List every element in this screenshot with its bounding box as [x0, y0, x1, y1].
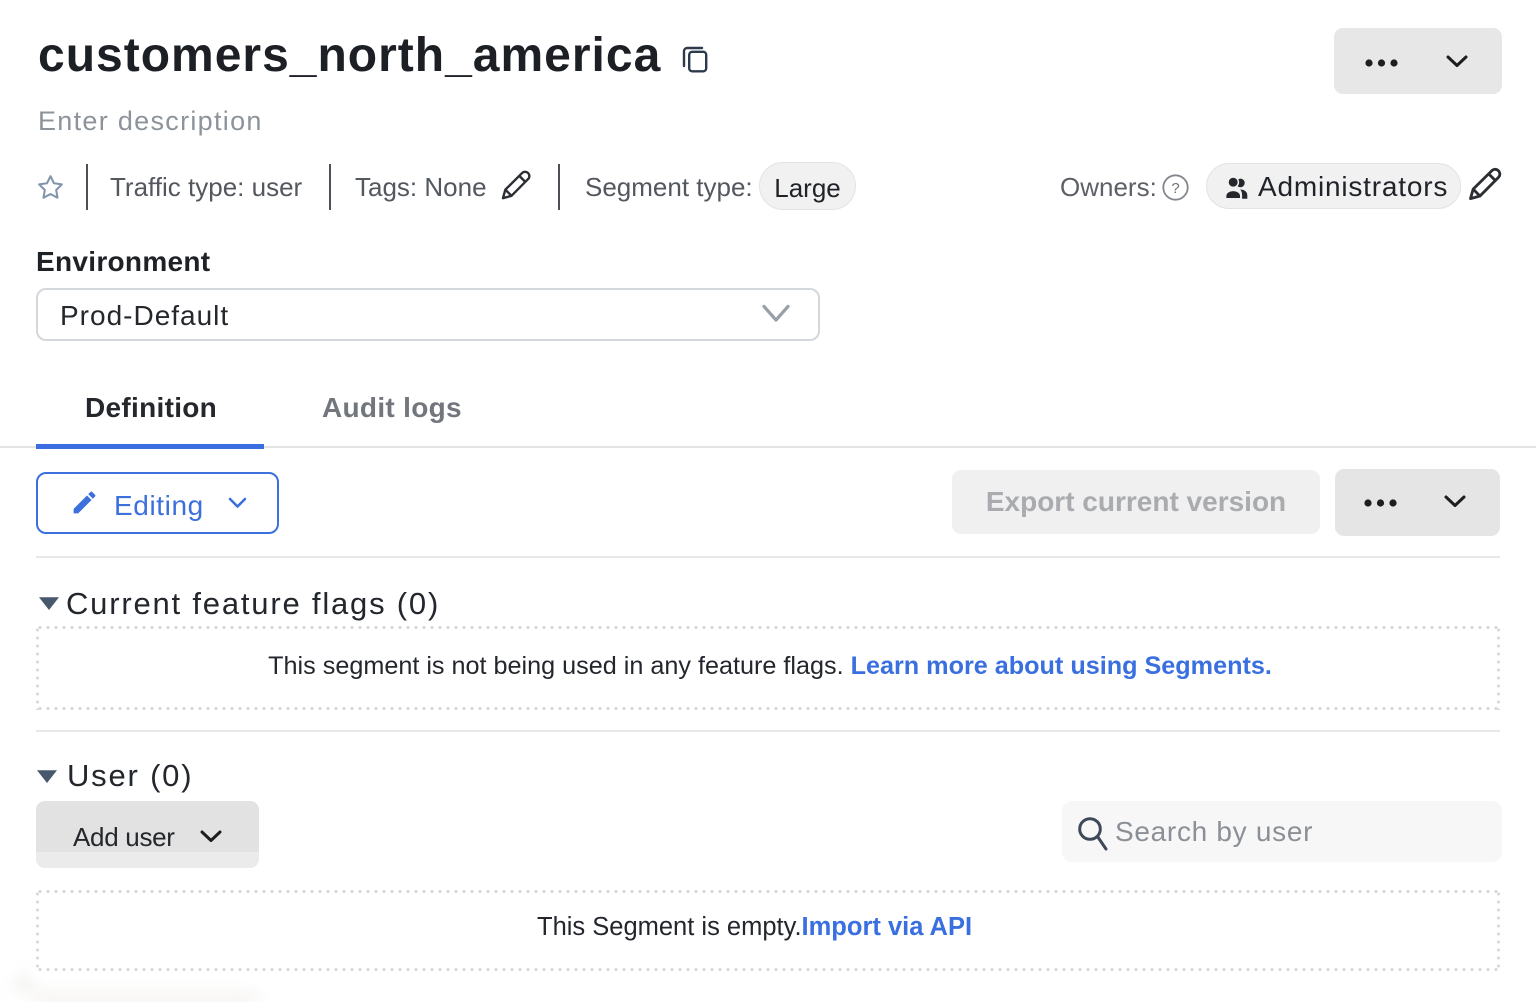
svg-text:?: ? — [1171, 180, 1179, 197]
